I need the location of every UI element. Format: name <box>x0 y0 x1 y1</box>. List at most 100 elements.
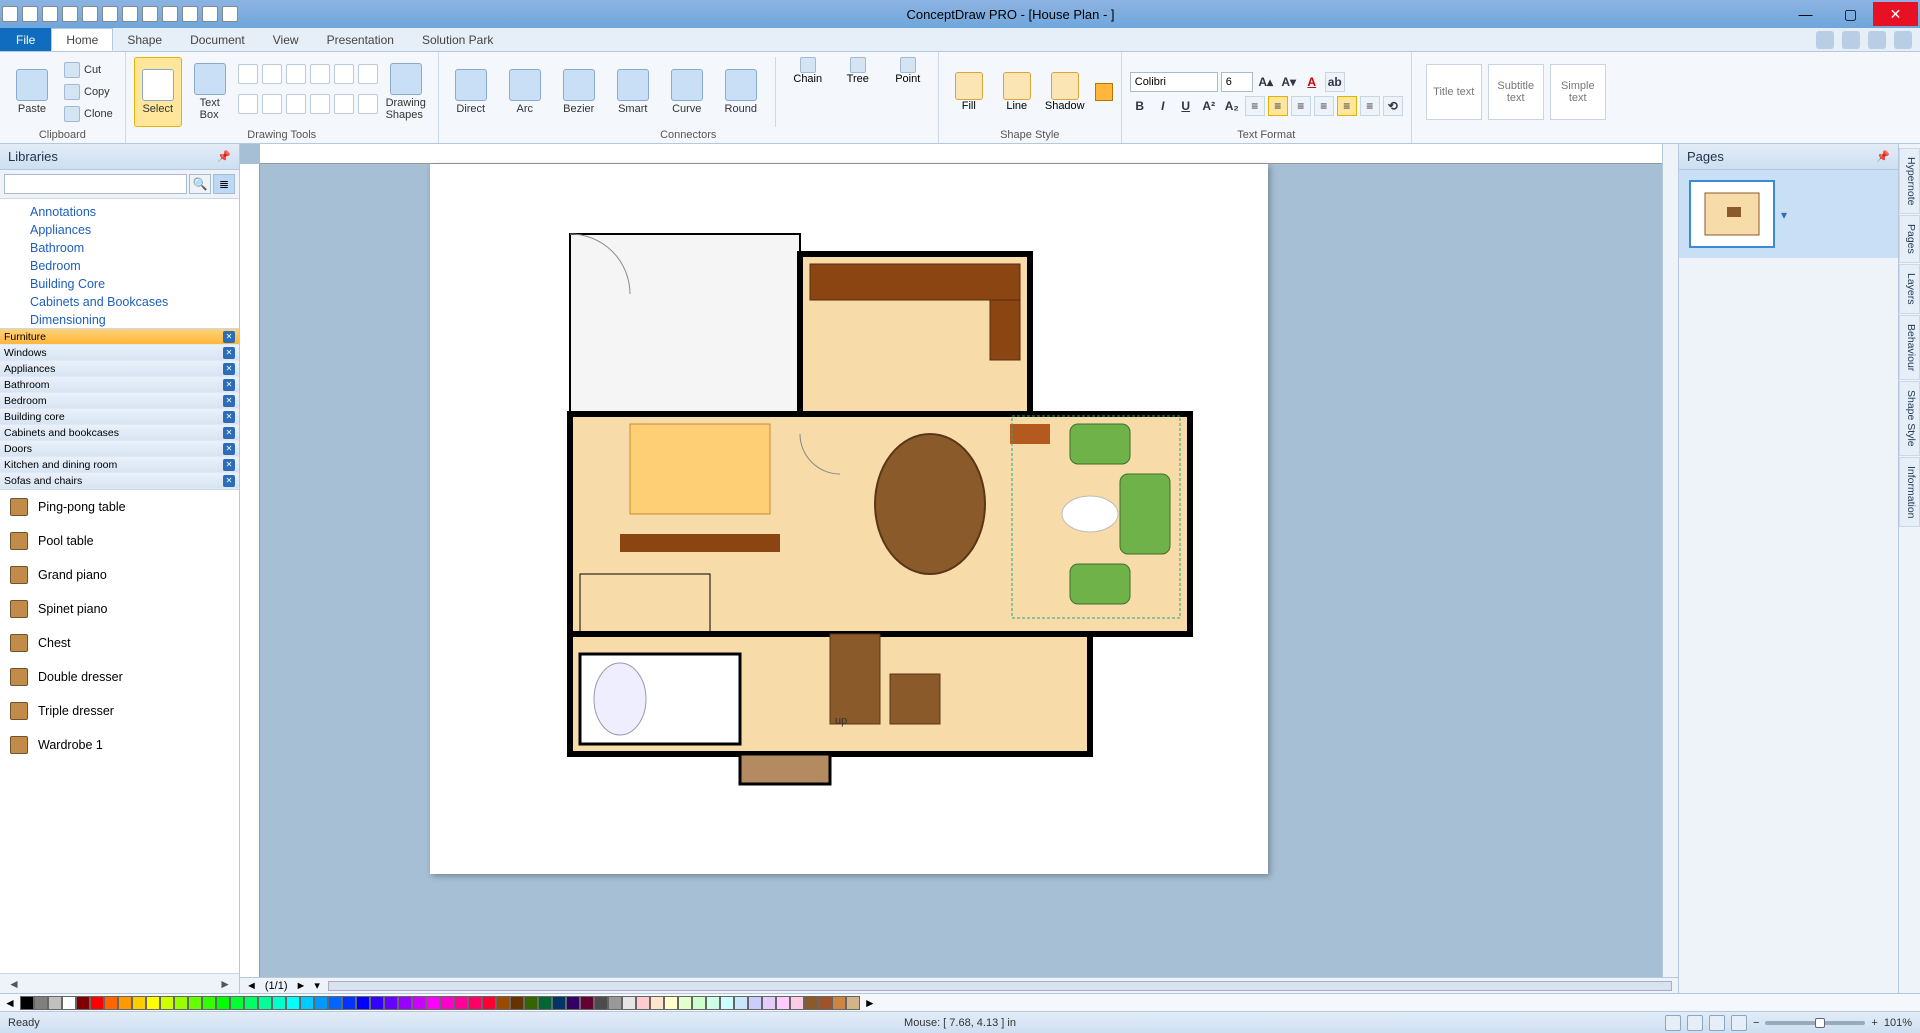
connector-round[interactable]: Round <box>717 57 765 127</box>
palette-next[interactable]: ► <box>864 996 876 1010</box>
close-icon[interactable]: ✕ <box>223 395 235 407</box>
shape-item[interactable]: Triple dresser <box>0 694 239 728</box>
preset-simple[interactable]: Simple text <box>1550 64 1606 120</box>
color-swatch[interactable] <box>650 996 664 1010</box>
color-swatch[interactable] <box>48 996 62 1010</box>
close-icon[interactable]: ✕ <box>223 411 235 423</box>
tree-button[interactable]: Tree <box>836 57 880 127</box>
font-select[interactable] <box>1130 72 1218 92</box>
close-child-icon[interactable] <box>1894 31 1912 49</box>
tab-file[interactable]: File <box>0 28 51 51</box>
align-left-button[interactable]: ≡ <box>1245 96 1265 116</box>
library-row[interactable]: Sofas and chairs✕ <box>0 473 239 489</box>
point-button[interactable]: Point <box>886 57 930 127</box>
color-swatch[interactable] <box>762 996 776 1010</box>
qat-icon[interactable] <box>182 6 198 22</box>
page[interactable]: up <box>430 164 1268 874</box>
status-icon[interactable] <box>1731 1015 1747 1031</box>
color-swatch[interactable] <box>678 996 692 1010</box>
tab-solution-park[interactable]: Solution Park <box>408 28 507 51</box>
color-swatch[interactable] <box>510 996 524 1010</box>
sidetab-hypernote[interactable]: Hypernote <box>1899 148 1920 214</box>
help-icon[interactable] <box>1842 31 1860 49</box>
library-search-input[interactable] <box>4 174 187 194</box>
color-swatch[interactable] <box>398 996 412 1010</box>
close-icon[interactable]: ✕ <box>223 443 235 455</box>
color-swatch[interactable] <box>748 996 762 1010</box>
preset-subtitle[interactable]: Subtitle text <box>1488 64 1544 120</box>
highlight-icon[interactable]: ab <box>1325 72 1345 92</box>
color-swatch[interactable] <box>636 996 650 1010</box>
color-swatch[interactable] <box>566 996 580 1010</box>
drawing-shapes-button[interactable]: Drawing Shapes <box>382 57 430 127</box>
sidetab-behaviour[interactable]: Behaviour <box>1899 315 1920 380</box>
color-swatch[interactable] <box>188 996 202 1010</box>
ellipse-tool[interactable] <box>262 64 282 84</box>
shadow-button[interactable]: Shadow <box>1043 72 1087 112</box>
tool[interactable] <box>262 94 282 114</box>
connector-arc[interactable]: Arc <box>501 57 549 127</box>
tab-home[interactable]: Home <box>51 28 113 51</box>
shape-item[interactable]: Wardrobe 1 <box>0 728 239 762</box>
color-swatch[interactable] <box>846 996 860 1010</box>
palette-prev[interactable]: ◄ <box>4 996 16 1010</box>
close-icon[interactable]: ✕ <box>223 347 235 359</box>
color-swatch[interactable] <box>62 996 76 1010</box>
color-swatch[interactable] <box>1095 83 1113 101</box>
color-swatch[interactable] <box>594 996 608 1010</box>
color-swatch[interactable] <box>608 996 622 1010</box>
tree-item[interactable]: Bathroom <box>30 239 231 257</box>
page-thumbnail[interactable] <box>1689 180 1775 248</box>
color-swatch[interactable] <box>832 996 846 1010</box>
select-tool[interactable]: Select <box>134 57 182 127</box>
shape-item[interactable]: Grand piano <box>0 558 239 592</box>
close-icon[interactable]: ✕ <box>223 363 235 375</box>
scrollbar-horizontal[interactable]: ◄(1/1)►▾ <box>240 977 1678 993</box>
qat-icon[interactable] <box>122 6 138 22</box>
bold-button[interactable]: B <box>1130 96 1150 116</box>
color-swatch[interactable] <box>90 996 104 1010</box>
underline-button[interactable]: U <box>1176 96 1196 116</box>
color-swatch[interactable] <box>202 996 216 1010</box>
align-bottom-button[interactable]: ≡ <box>1360 96 1380 116</box>
preset-title[interactable]: Title text <box>1426 64 1482 120</box>
library-row[interactable]: Furniture✕ <box>0 329 239 345</box>
shape-item[interactable]: Chest <box>0 626 239 660</box>
color-swatch[interactable] <box>580 996 594 1010</box>
qat-icon[interactable] <box>102 6 118 22</box>
color-swatch[interactable] <box>622 996 636 1010</box>
shrink-font-icon[interactable]: A▾ <box>1279 72 1299 92</box>
color-swatch[interactable] <box>538 996 552 1010</box>
connector-curve[interactable]: Curve <box>663 57 711 127</box>
color-swatch[interactable] <box>76 996 90 1010</box>
font-color-icon[interactable]: A <box>1302 72 1322 92</box>
color-swatch[interactable] <box>706 996 720 1010</box>
tree-item[interactable]: Cabinets and Bookcases <box>30 293 231 311</box>
color-swatch[interactable] <box>468 996 482 1010</box>
color-swatch[interactable] <box>384 996 398 1010</box>
align-center-button[interactable]: ≡ <box>1268 96 1288 116</box>
tree-item[interactable]: Bedroom <box>30 257 231 275</box>
close-icon[interactable]: ✕ <box>223 475 235 487</box>
align-middle-button[interactable]: ≡ <box>1337 96 1357 116</box>
qat-icon[interactable] <box>2 6 18 22</box>
align-right-button[interactable]: ≡ <box>1291 96 1311 116</box>
library-row[interactable]: Cabinets and bookcases✕ <box>0 425 239 441</box>
color-swatch[interactable] <box>174 996 188 1010</box>
color-swatch[interactable] <box>342 996 356 1010</box>
layout-icon[interactable] <box>1816 31 1834 49</box>
tab-view[interactable]: View <box>259 28 313 51</box>
subscript-button[interactable]: A₂ <box>1222 96 1242 116</box>
tree-item[interactable]: Building Core <box>30 275 231 293</box>
italic-button[interactable]: I <box>1153 96 1173 116</box>
status-icon[interactable] <box>1665 1015 1681 1031</box>
color-swatch[interactable] <box>734 996 748 1010</box>
color-swatch[interactable] <box>216 996 230 1010</box>
color-swatch[interactable] <box>552 996 566 1010</box>
sidetab-pages[interactable]: Pages <box>1899 215 1920 263</box>
library-row[interactable]: Bedroom✕ <box>0 393 239 409</box>
color-swatch[interactable] <box>314 996 328 1010</box>
color-swatch[interactable] <box>426 996 440 1010</box>
panel-scroll[interactable]: ◄► <box>0 973 239 993</box>
library-tree[interactable]: Annotations Appliances Bathroom Bedroom … <box>0 199 239 329</box>
